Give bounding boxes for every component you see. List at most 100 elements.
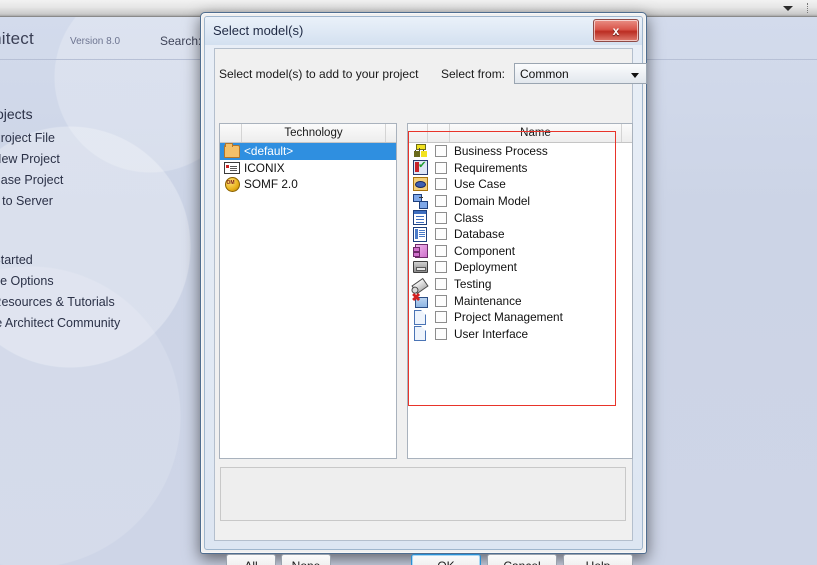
model-checkbox[interactable] — [430, 211, 452, 224]
project-management-icon — [410, 309, 430, 325]
link-open-base-project[interactable]: a Base Project — [0, 173, 63, 187]
select-all-button[interactable]: All — [226, 554, 276, 565]
model-label: Deployment — [454, 260, 517, 275]
model-checkbox[interactable] — [430, 261, 452, 274]
model-label: Project Management — [454, 310, 563, 325]
database-icon — [410, 226, 430, 242]
search-label: Search: — [160, 34, 202, 48]
dialog-title-bar[interactable]: Select model(s) x — [205, 17, 642, 45]
toolbar-overflow-button[interactable] — [781, 2, 795, 14]
technology-col-icon — [220, 124, 242, 142]
list-item[interactable]: Class — [408, 209, 632, 226]
dialog-title: Select model(s) — [213, 23, 304, 38]
model-checkbox[interactable] — [430, 178, 452, 191]
technology-col-name: Technology — [242, 124, 386, 142]
select-from-dropdown[interactable]: Common — [514, 63, 647, 84]
list-item[interactable]: Domain Model — [408, 193, 632, 210]
version-label: Version 8.0 — [70, 36, 120, 47]
model-description-box — [220, 467, 626, 521]
name-col-icon — [408, 124, 428, 142]
list-item[interactable]: Database — [408, 226, 632, 243]
list-item[interactable]: Business Process — [408, 143, 632, 160]
model-label: Database — [454, 227, 505, 242]
table-row[interactable]: SOMF 2.0 — [220, 176, 396, 193]
model-checkbox[interactable] — [430, 145, 452, 158]
dialog-frame: Select model(s) x Select model(s) to add… — [204, 16, 647, 565]
technology-row-label: ICONIX — [244, 160, 285, 175]
maintenance-icon — [410, 292, 430, 308]
name-col-name: Name — [450, 124, 622, 142]
domain-model-icon — [410, 194, 430, 210]
class-icon — [410, 210, 430, 226]
model-checkbox[interactable] — [430, 311, 452, 324]
select-models-dialog: Select model(s) x Select model(s) to add… — [200, 12, 647, 565]
list-item[interactable]: Project Management — [408, 309, 632, 326]
ok-button[interactable]: OK — [411, 554, 481, 565]
projects-group-title: Projects — [0, 106, 33, 122]
model-label: User Interface — [454, 326, 529, 341]
list-item[interactable]: Requirements — [408, 159, 632, 177]
grip-dots-icon — [807, 3, 811, 13]
technology-list[interactable]: Technology <default> ICONIX SOMF 2.0 — [219, 123, 397, 459]
technology-list-header: Technology — [220, 124, 396, 143]
model-label: Component — [454, 243, 515, 258]
technology-row-label: SOMF 2.0 — [244, 177, 298, 192]
model-label: Requirements — [454, 160, 528, 175]
model-label: Maintenance — [454, 293, 522, 308]
component-icon — [410, 243, 430, 258]
link-getting-started[interactable]: g Started — [0, 253, 33, 267]
select-from-label: Select from: — [441, 67, 506, 81]
technology-col-spacer — [386, 124, 396, 142]
model-checkbox[interactable] — [430, 228, 452, 241]
model-checkbox[interactable] — [430, 161, 452, 174]
link-open-project-file[interactable]: a Project File — [0, 131, 55, 145]
list-item[interactable]: Use Case — [408, 176, 632, 193]
version-number: 8.0 — [106, 36, 121, 47]
list-item[interactable]: User Interface — [408, 326, 632, 343]
dialog-body: Select model(s) to add to your project S… — [214, 48, 647, 565]
link-configure-options[interactable]: gure Options — [0, 274, 54, 288]
table-row[interactable]: ICONIX — [220, 160, 396, 177]
model-label: Testing — [454, 277, 492, 292]
dialog-top-row: Select model(s) to add to your project S… — [219, 63, 647, 87]
list-item[interactable]: Testing — [408, 276, 632, 294]
link-create-new-project[interactable]: a New Project — [0, 152, 60, 166]
technology-row-label: <default> — [244, 144, 294, 159]
model-checkbox[interactable] — [430, 278, 452, 291]
page-title: Architect — [0, 29, 34, 48]
cancel-button[interactable]: Cancel — [487, 554, 557, 565]
close-button[interactable]: x — [593, 19, 639, 42]
select-none-button[interactable]: None — [281, 554, 331, 565]
business-process-icon — [410, 144, 430, 158]
list-item[interactable]: Component — [408, 243, 632, 260]
model-label: Use Case — [454, 177, 506, 192]
use-case-icon — [410, 177, 430, 192]
help-button[interactable]: Help — [563, 554, 633, 565]
instruction-label: Select model(s) to add to your project — [219, 67, 419, 81]
link-enterprise-architect-community[interactable]: rise Architect Community — [0, 316, 120, 330]
model-checkbox[interactable] — [430, 327, 452, 340]
select-from-value: Common — [520, 67, 569, 81]
somf-icon — [222, 176, 242, 192]
folder-icon — [222, 142, 242, 158]
chevron-down-icon — [631, 73, 639, 78]
deployment-icon — [410, 261, 430, 274]
model-label: Class — [454, 210, 484, 225]
link-connect-to-server[interactable]: ect to Server — [0, 194, 53, 208]
model-list-header: Name — [408, 124, 632, 143]
list-item[interactable]: Maintenance — [408, 292, 632, 309]
table-row[interactable]: <default> — [220, 142, 396, 160]
version-word: Version — [70, 36, 104, 47]
chevron-down-icon — [783, 5, 793, 11]
model-label: Domain Model — [454, 194, 531, 209]
testing-icon — [410, 277, 430, 294]
model-checkbox[interactable] — [430, 294, 452, 307]
iconix-icon — [222, 161, 242, 174]
list-item[interactable]: Deployment — [408, 259, 632, 276]
link-online-resources-tutorials[interactable]: e Resources & Tutorials — [0, 295, 115, 309]
model-checkbox[interactable] — [430, 195, 452, 208]
model-label: Business Process — [454, 144, 548, 159]
requirements-icon — [410, 159, 430, 176]
model-name-list[interactable]: Name Business Process Requirements Use — [407, 123, 633, 459]
model-checkbox[interactable] — [430, 244, 452, 257]
